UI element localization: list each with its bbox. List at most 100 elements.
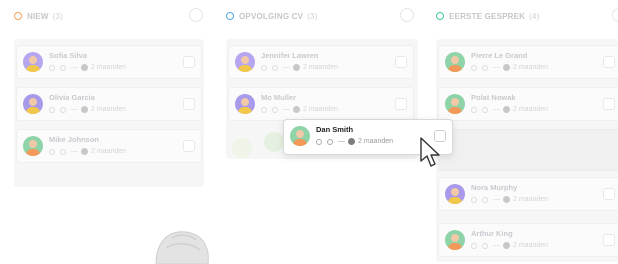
mouse-pointer-icon [420,137,440,167]
clock-icon [503,196,510,203]
column-count: (3) [52,11,64,21]
card-meta: — 2 maanden [471,106,548,113]
mascot-illustration [155,231,209,264]
column-header-followup: OPVOLGING CV (3) [226,8,318,24]
select-checkbox[interactable] [395,56,407,68]
time-ago: 2 maanden [91,64,127,71]
rating-icon [272,106,278,113]
column-header-new: NIEW (3) [14,8,63,24]
rating-icon [482,106,488,113]
card-meta: — 2 maanden [261,106,338,113]
column-title: EERSTE GESPREK [449,11,526,21]
candidate-name: Sofia Silva [49,51,87,60]
candidate-name: Dan Smith [316,125,354,134]
avatar [23,94,43,114]
ghost-avatar [264,132,284,152]
avatar [445,230,465,250]
card-meta: — 2 maanden [49,106,126,113]
status-ring-icon [14,12,22,20]
star-icon [261,106,267,113]
select-checkbox[interactable] [183,98,195,110]
candidate-name: Arthur King [471,229,513,238]
rating-icon [272,64,278,71]
add-card-button[interactable] [400,8,414,22]
candidate-card[interactable]: Pierre Le Grand — 2 maanden [438,45,618,79]
time-ago: 2 maanden [513,64,549,71]
clock-icon [348,138,355,145]
star-icon [471,242,477,249]
meta-dash: — [493,64,500,71]
avatar [235,94,255,114]
select-checkbox[interactable] [603,56,615,68]
rating-icon [482,196,488,203]
time-ago: 2 maanden [513,196,549,203]
candidate-card[interactable]: Jennifer Lawren — 2 maanden [228,45,414,79]
star-icon [49,148,55,155]
select-checkbox[interactable] [395,98,407,110]
card-meta: — 2 maanden [471,242,548,249]
time-ago: 2 maanden [303,64,339,71]
candidate-name: Jennifer Lawren [261,51,319,60]
ghost-avatar [232,138,252,158]
card-meta: — 2 maanden [471,64,548,71]
candidate-card[interactable]: Mike Johnson — 2 maanden [16,129,202,163]
select-checkbox[interactable] [183,140,195,152]
meta-dash: — [338,138,345,145]
rating-icon [482,64,488,71]
star-icon [471,196,477,203]
clock-icon [81,148,88,155]
avatar [445,184,465,204]
avatar [445,52,465,72]
clock-icon [81,64,88,71]
star-icon [471,64,477,71]
add-card-button[interactable] [189,8,203,22]
star-icon [49,64,55,71]
time-ago: 2 maanden [91,106,127,113]
time-ago: 2 maanden [513,242,549,249]
rating-icon [482,242,488,249]
candidate-name: Mo Muller [261,93,296,102]
select-checkbox[interactable] [603,98,615,110]
meta-dash: — [493,242,500,249]
meta-dash: — [71,148,78,155]
candidate-card[interactable]: Olivia Garcia — 2 maanden [16,87,202,121]
avatar [445,94,465,114]
candidate-card[interactable]: Nora Murphy — 2 maanden [438,177,618,211]
rating-icon [60,64,66,71]
card-meta: — 2 maanden [49,148,126,155]
status-ring-icon [226,12,234,20]
candidate-card[interactable]: Polat Nowak — 2 maanden [438,87,618,121]
select-checkbox[interactable] [183,56,195,68]
clock-icon [293,106,300,113]
candidate-card[interactable]: Mo Muller — 2 maanden [228,87,414,121]
meta-dash: — [283,106,290,113]
column-title: NIEW [27,11,49,21]
select-checkbox[interactable] [603,234,615,246]
candidate-card[interactable]: Sofia Silva — 2 maanden [16,45,202,79]
add-card-button[interactable] [612,8,618,22]
avatar [23,52,43,72]
meta-dash: — [283,64,290,71]
avatar [235,52,255,72]
time-ago: 2 maanden [358,138,394,145]
select-checkbox[interactable] [603,188,615,200]
star-icon [261,64,267,71]
star-icon [49,106,55,113]
clock-icon [503,242,510,249]
rating-icon [327,138,333,145]
clock-icon [81,106,88,113]
avatar [23,136,43,156]
meta-dash: — [71,106,78,113]
candidate-name: Pierre Le Grand [471,51,528,60]
column-count: (4) [529,11,540,21]
meta-dash: — [493,106,500,113]
card-meta: — 2 maanden [316,138,393,145]
drop-placeholder [438,129,618,171]
star-icon [316,138,322,145]
avatar [290,126,310,146]
candidate-card[interactable]: Arthur King — 2 maanden [438,223,618,257]
clock-icon [293,64,300,71]
rating-icon [60,106,66,113]
card-meta: — 2 maanden [261,64,338,71]
meta-dash: — [71,64,78,71]
